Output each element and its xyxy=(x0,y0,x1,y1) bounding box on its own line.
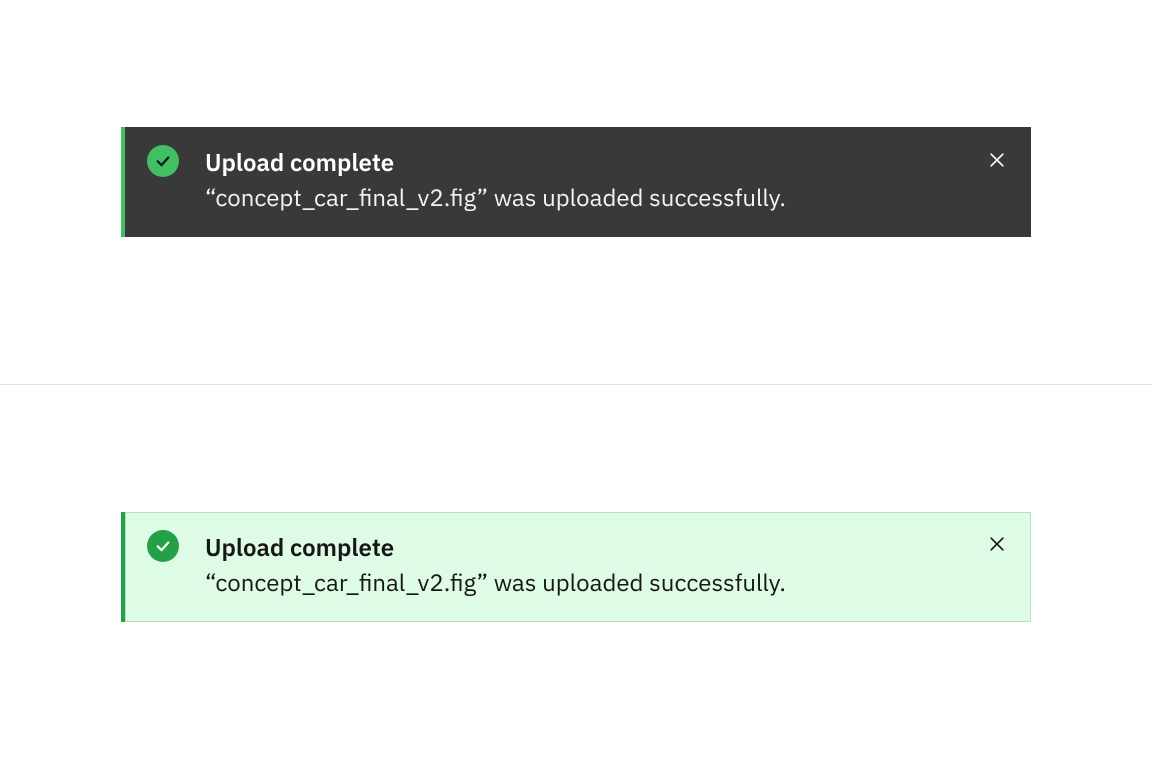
checkmark-filled-icon xyxy=(147,145,179,177)
close-button[interactable] xyxy=(981,530,1013,562)
checkmark-filled-icon xyxy=(147,530,179,562)
close-icon xyxy=(987,150,1007,173)
close-button[interactable] xyxy=(981,145,1013,177)
panel-light-variant: Upload complete “concept_car_final_v2.fi… xyxy=(0,385,1152,768)
toast-title: Upload complete xyxy=(205,147,975,177)
toast-message: “concept_car_final_v2.fig” was uploaded … xyxy=(205,566,975,598)
close-icon xyxy=(987,534,1007,557)
toast-message: “concept_car_final_v2.fig” was uploaded … xyxy=(205,181,975,213)
toast-content: Upload complete “concept_car_final_v2.fi… xyxy=(205,147,975,213)
toast-title: Upload complete xyxy=(205,532,975,562)
toast-success-dark: Upload complete “concept_car_final_v2.fi… xyxy=(121,127,1031,237)
toast-success-light: Upload complete “concept_car_final_v2.fi… xyxy=(121,512,1031,622)
panel-dark-variant: Upload complete “concept_car_final_v2.fi… xyxy=(0,0,1152,384)
toast-content: Upload complete “concept_car_final_v2.fi… xyxy=(205,532,975,598)
